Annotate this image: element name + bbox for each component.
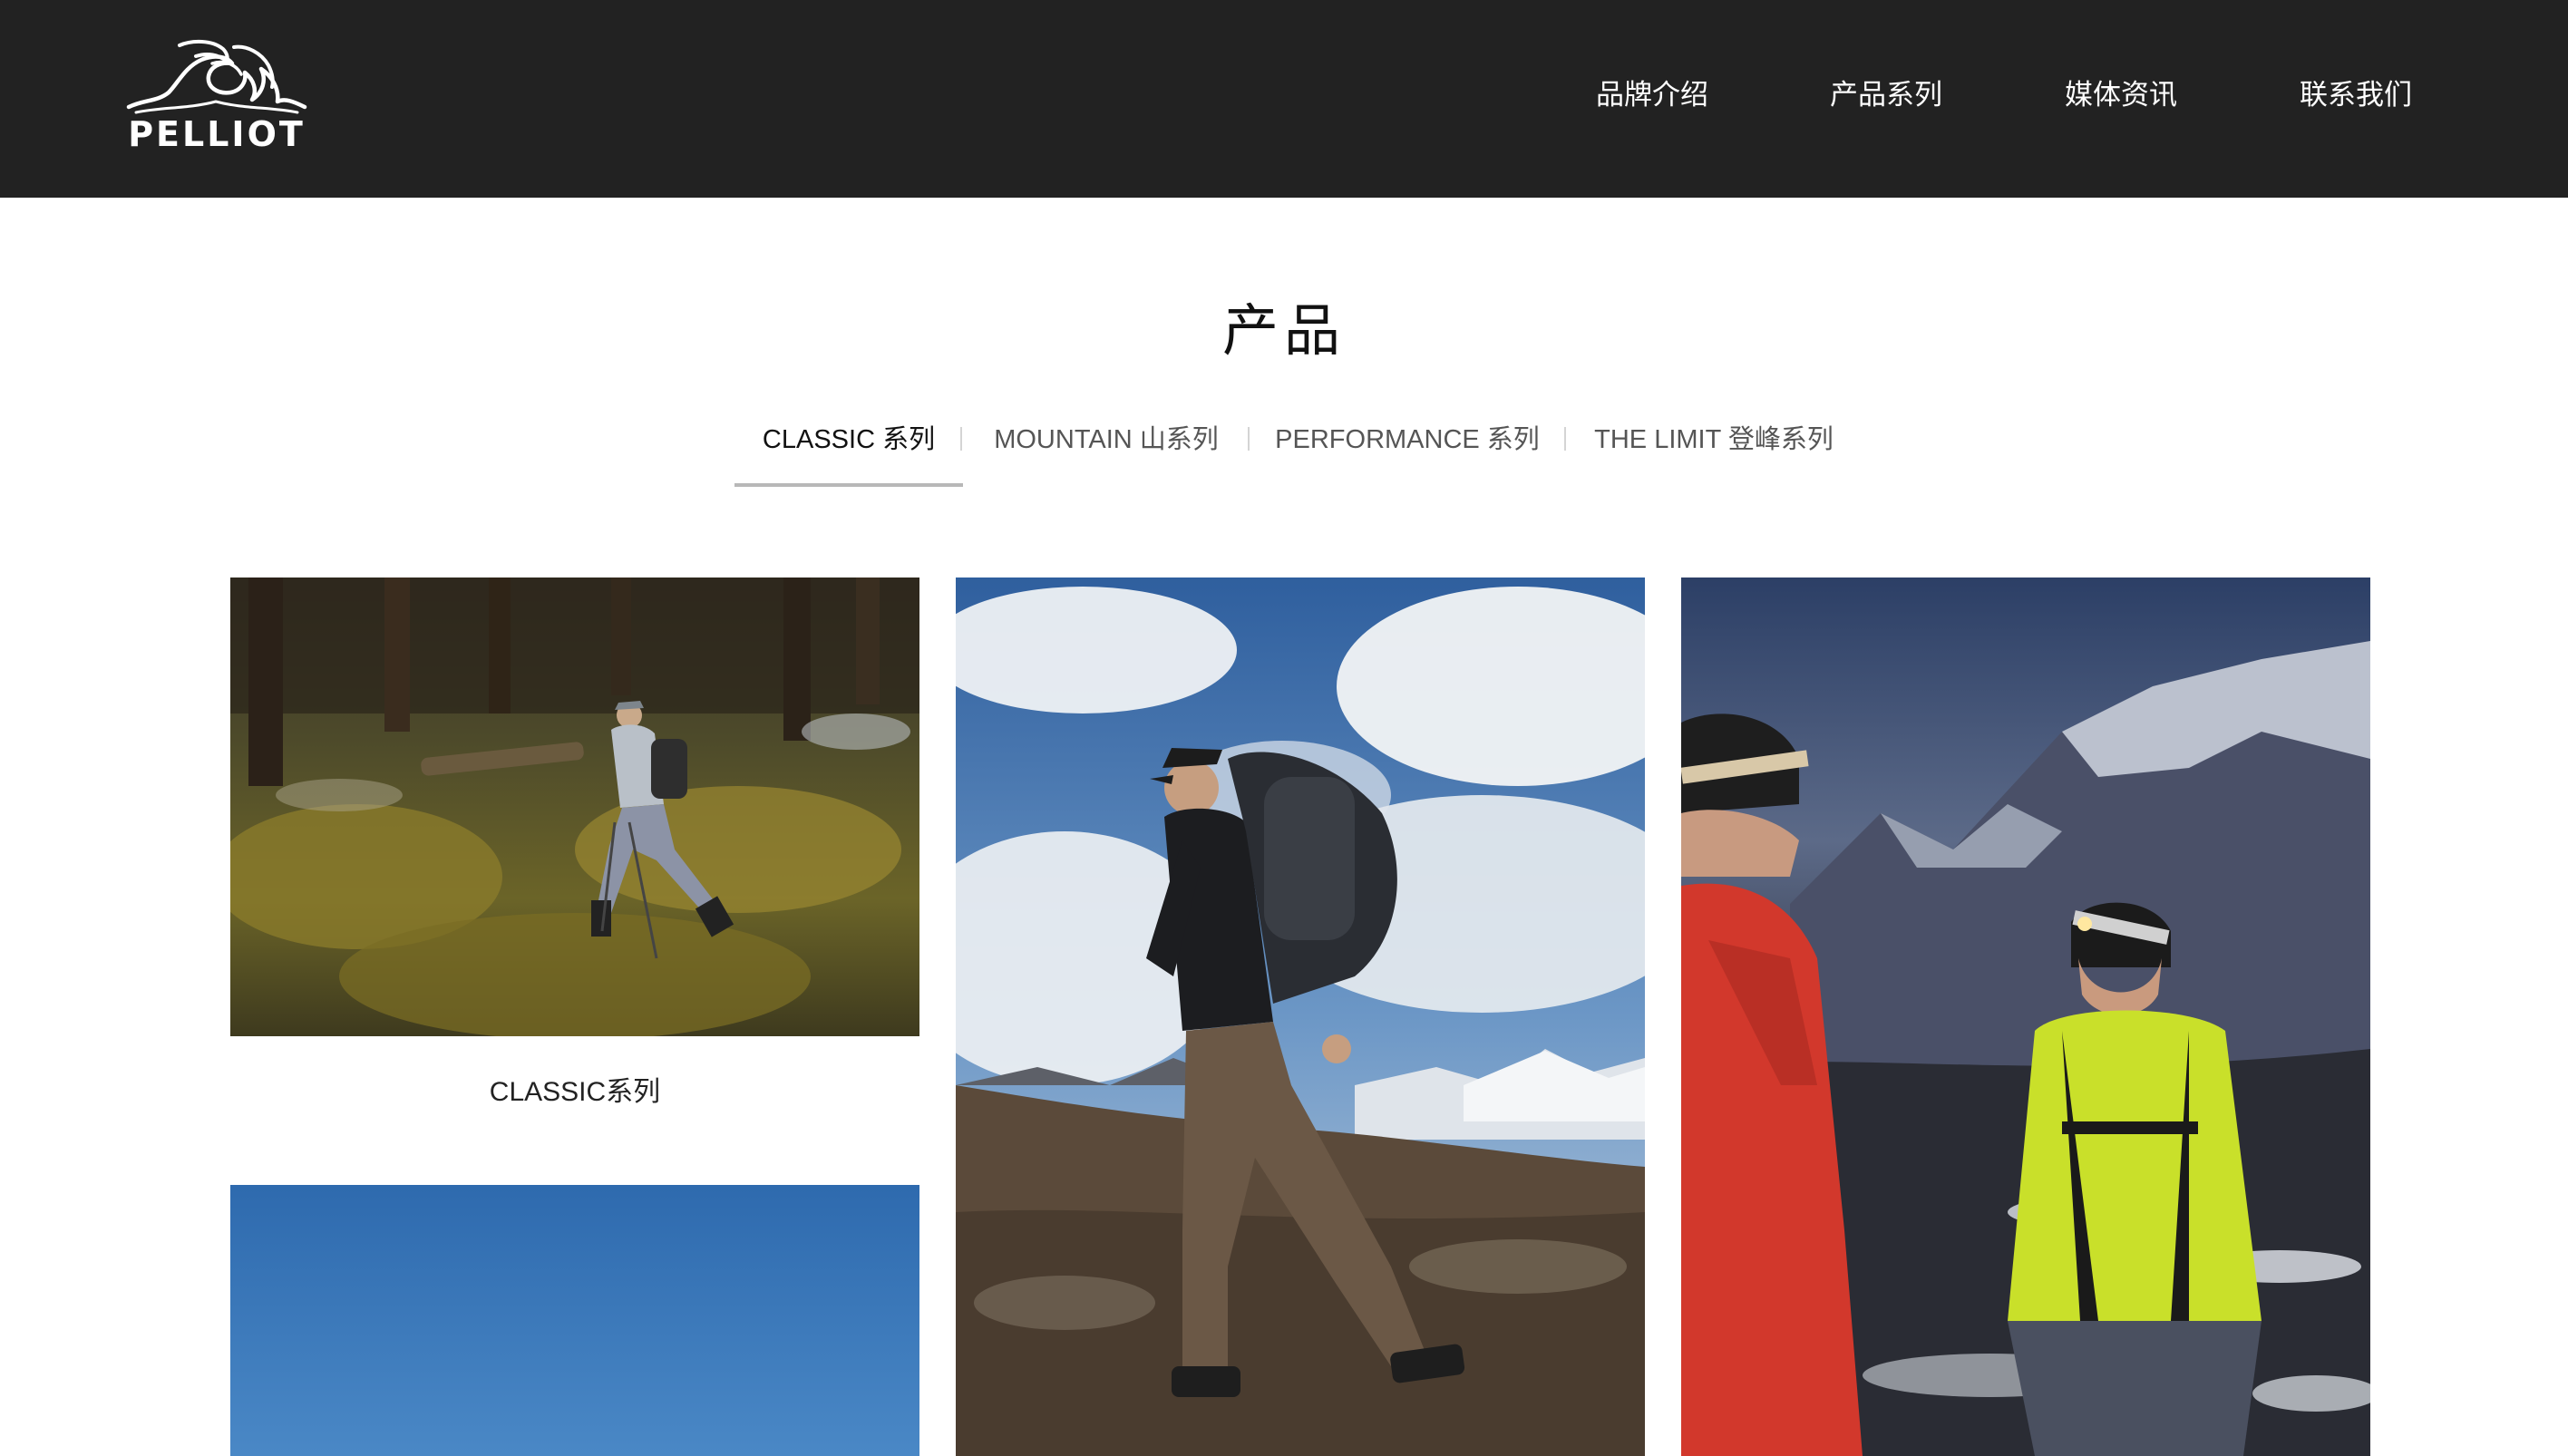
series-tabs: CLASSIC 系列 MOUNTAIN 山系列 PERFORMANCE 系列 T… bbox=[0, 413, 2568, 485]
hiker-with-backpack-image bbox=[956, 578, 1645, 1456]
site-header: PELLIOT 品牌介绍 产品系列 媒体资讯 联系我们 bbox=[0, 0, 2568, 198]
nav-item-media-news[interactable]: 媒体资讯 bbox=[2065, 73, 2177, 118]
tab-divider bbox=[960, 427, 962, 451]
active-tab-indicator bbox=[734, 483, 963, 487]
blue-sky-image bbox=[230, 1185, 919, 1456]
logo-wordmark: PELLIOT bbox=[128, 114, 306, 154]
tab-the-limit[interactable]: THE LIMIT 登峰系列 bbox=[1578, 413, 1850, 485]
nav-item-product-series[interactable]: 产品系列 bbox=[1830, 73, 1942, 118]
product-image-the-limit[interactable] bbox=[230, 1185, 919, 1456]
tab-mountain[interactable]: MOUNTAIN 山系列 bbox=[978, 413, 1235, 485]
product-image-performance[interactable] bbox=[1681, 578, 2370, 1456]
tab-divider bbox=[1564, 427, 1566, 451]
hiker-in-forest-image bbox=[230, 578, 919, 1036]
nav-item-brand-intro[interactable]: 品牌介绍 bbox=[1596, 73, 1708, 118]
tab-divider bbox=[1248, 427, 1250, 451]
tab-classic[interactable]: CLASSIC 系列 bbox=[734, 413, 963, 485]
nav-item-contact-us[interactable]: 联系我们 bbox=[2300, 73, 2412, 118]
tab-performance[interactable]: PERFORMANCE 系列 bbox=[1262, 413, 1552, 485]
main-nav: 品牌介绍 产品系列 媒体资讯 联系我们 bbox=[0, 73, 2568, 118]
product-caption-classic[interactable]: CLASSIC系列 bbox=[230, 1070, 919, 1115]
product-image-mountain[interactable] bbox=[956, 578, 1645, 1456]
product-image-classic[interactable] bbox=[230, 578, 919, 1036]
climbers-headlamps-image bbox=[1681, 578, 2370, 1456]
page-title: 产品 bbox=[1221, 297, 1346, 364]
